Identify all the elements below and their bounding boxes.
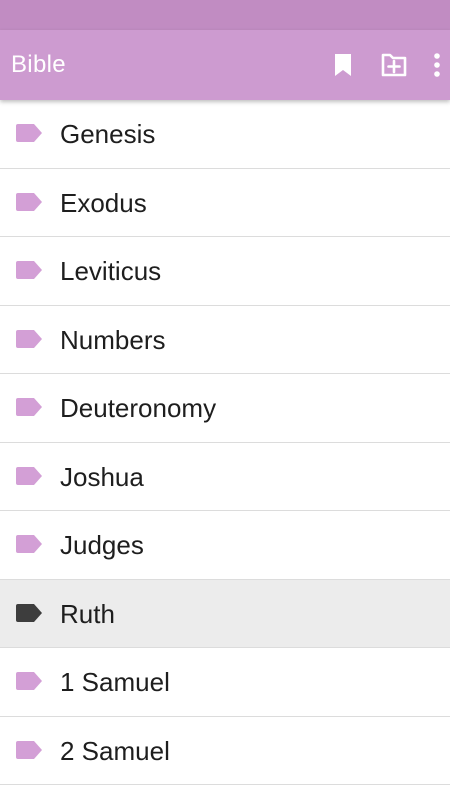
label-tag-icon <box>16 466 42 485</box>
more-vert-icon <box>434 53 440 77</box>
book-label: Leviticus <box>60 256 162 286</box>
add-bookmark-button[interactable] <box>374 30 414 100</box>
book-item-1-samuel[interactable]: 1 Samuel <box>0 648 450 717</box>
book-label: 2 Samuel <box>60 735 170 766</box>
book-item-2-samuel[interactable]: 2 Samuel <box>0 716 450 785</box>
book-item-judges[interactable]: Judges <box>0 511 450 580</box>
book-item-deuteronomy[interactable]: Deuteronomy <box>0 374 450 443</box>
app-bar: Bible <box>0 30 450 100</box>
label-tag-icon <box>16 398 42 416</box>
label-tag-icon <box>16 740 42 759</box>
book-item-exodus[interactable]: Exodus <box>0 168 450 237</box>
label-tag-icon <box>16 261 42 279</box>
book-item-leviticus[interactable]: Leviticus <box>0 237 450 306</box>
book-item-genesis[interactable]: Genesis <box>0 100 450 169</box>
book-label: Joshua <box>60 461 144 492</box>
bookmark-icon <box>335 54 351 76</box>
label-tag-icon <box>16 535 42 553</box>
label-tag-icon <box>16 329 42 348</box>
book-label: Ruth <box>60 598 115 629</box>
book-label: Exodus <box>60 187 147 218</box>
more-options-button[interactable] <box>424 30 450 100</box>
label-tag-icon <box>16 192 42 211</box>
book-label: Genesis <box>60 119 156 149</box>
add-bookmark-icon <box>381 53 407 77</box>
book-label: Deuteronomy <box>60 393 217 423</box>
label-tag-icon <box>16 672 42 690</box>
book-item-numbers[interactable]: Numbers <box>0 305 450 374</box>
label-tag-icon <box>16 124 42 142</box>
book-item-ruth[interactable]: Ruth <box>0 579 450 648</box>
book-label: 1 Samuel <box>60 667 170 697</box>
book-item-joshua[interactable]: Joshua <box>0 442 450 511</box>
book-label: Judges <box>60 530 144 560</box>
book-label: Numbers <box>60 324 166 355</box>
status-bar <box>0 0 450 30</box>
bookmark-button[interactable] <box>326 30 360 100</box>
label-tag-icon <box>16 603 42 622</box>
app-title: Bible <box>11 51 66 78</box>
book-list: Genesis Exodus Leviticus Numbers Deutero… <box>0 100 450 785</box>
